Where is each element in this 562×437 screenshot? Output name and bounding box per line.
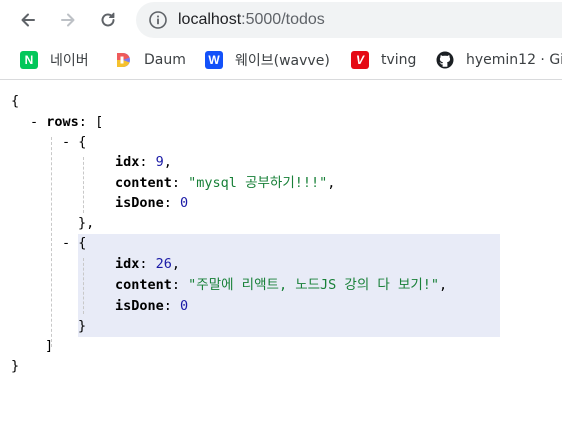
collapse-toggle[interactable]: - bbox=[62, 235, 70, 251]
json-field: idx: 26, bbox=[115, 256, 181, 272]
forward-button[interactable] bbox=[54, 6, 82, 34]
collapse-toggle[interactable]: - bbox=[30, 114, 38, 130]
bookmark-wavve[interactable]: W 웨이브(wavve) bbox=[205, 50, 330, 70]
json-row-open: - { bbox=[62, 132, 86, 153]
json-brace: { bbox=[78, 134, 87, 150]
address-url: localhost:5000/todos bbox=[178, 10, 325, 30]
bookmark-label: hyemin12 · Gi bbox=[466, 52, 562, 68]
naver-icon: N bbox=[20, 51, 38, 69]
json-key: content bbox=[115, 277, 172, 293]
info-circle-icon[interactable] bbox=[148, 10, 168, 30]
bookmark-github[interactable]: hyemin12 · Gi bbox=[436, 50, 562, 70]
bookmarks-bar: N 네이버 Daum W 웨이브(wavve) V tving hyemin12… bbox=[0, 40, 562, 80]
json-string: "주말에 리액트, 노드JS 강의 다 보기!" bbox=[188, 277, 440, 293]
json-key: idx bbox=[115, 256, 140, 272]
bookmark-tving[interactable]: V tving bbox=[351, 50, 416, 70]
json-field: idx: 9, bbox=[115, 154, 172, 170]
url-path: :5000/todos bbox=[241, 11, 325, 28]
bookmark-naver[interactable]: N 네이버 bbox=[20, 50, 89, 70]
json-viewer: { - rows: [ - { idx: 9, content: "mysql … bbox=[0, 81, 562, 437]
json-string: "mysql 공부하기!!!" bbox=[188, 175, 328, 191]
back-button[interactable] bbox=[14, 6, 42, 34]
arrow-left-icon bbox=[21, 13, 35, 27]
json-key: rows bbox=[46, 114, 79, 130]
indent-guide bbox=[83, 157, 84, 213]
reload-button[interactable] bbox=[94, 6, 122, 34]
json-number: 26 bbox=[155, 256, 172, 272]
json-brace: { bbox=[78, 235, 87, 251]
reload-icon bbox=[101, 12, 115, 27]
json-field: content: "주말에 리액트, 노드JS 강의 다 보기!", bbox=[115, 277, 448, 293]
json-key: idx bbox=[115, 154, 140, 170]
tving-icon: V bbox=[351, 51, 369, 69]
bookmark-daum[interactable]: Daum bbox=[114, 50, 186, 70]
json-key: isDone bbox=[115, 195, 164, 211]
collapse-toggle[interactable]: - bbox=[62, 134, 70, 150]
json-row-open: - { bbox=[62, 233, 86, 254]
address-bar[interactable]: localhost:5000/todos bbox=[136, 2, 562, 38]
bookmark-label: 네이버 bbox=[50, 53, 89, 69]
indent-guide bbox=[83, 258, 84, 314]
json-close-brace: } bbox=[11, 358, 20, 374]
github-icon bbox=[436, 51, 454, 69]
daum-icon bbox=[114, 51, 132, 69]
json-field: isDone: 0 bbox=[115, 195, 189, 211]
bookmark-label: 웨이브(wavve) bbox=[235, 53, 330, 69]
json-rows-close: ] bbox=[45, 338, 54, 354]
json-key: isDone bbox=[115, 298, 164, 314]
arrow-right-icon bbox=[61, 13, 75, 27]
json-field: content: "mysql 공부하기!!!", bbox=[115, 175, 336, 191]
bookmark-label: Daum bbox=[144, 52, 186, 68]
json-rows-line: - rows: [ bbox=[30, 114, 104, 130]
json-field: isDone: 0 bbox=[115, 298, 189, 314]
json-number: 0 bbox=[180, 298, 189, 314]
json-open-brace: { bbox=[11, 93, 20, 109]
json-brace: } bbox=[78, 215, 87, 231]
wavve-icon: W bbox=[205, 51, 223, 69]
json-bracket: [ bbox=[95, 114, 104, 130]
browser-toolbar: localhost:5000/todos bbox=[0, 0, 562, 40]
json-key: content bbox=[115, 175, 172, 191]
indent-guide bbox=[51, 137, 52, 347]
json-row-close: }, bbox=[78, 215, 95, 231]
json-number: 0 bbox=[180, 195, 189, 211]
url-host: localhost bbox=[178, 11, 242, 28]
bookmark-label: tving bbox=[381, 52, 417, 68]
json-row-close: } bbox=[78, 318, 87, 334]
json-number: 9 bbox=[155, 154, 164, 170]
